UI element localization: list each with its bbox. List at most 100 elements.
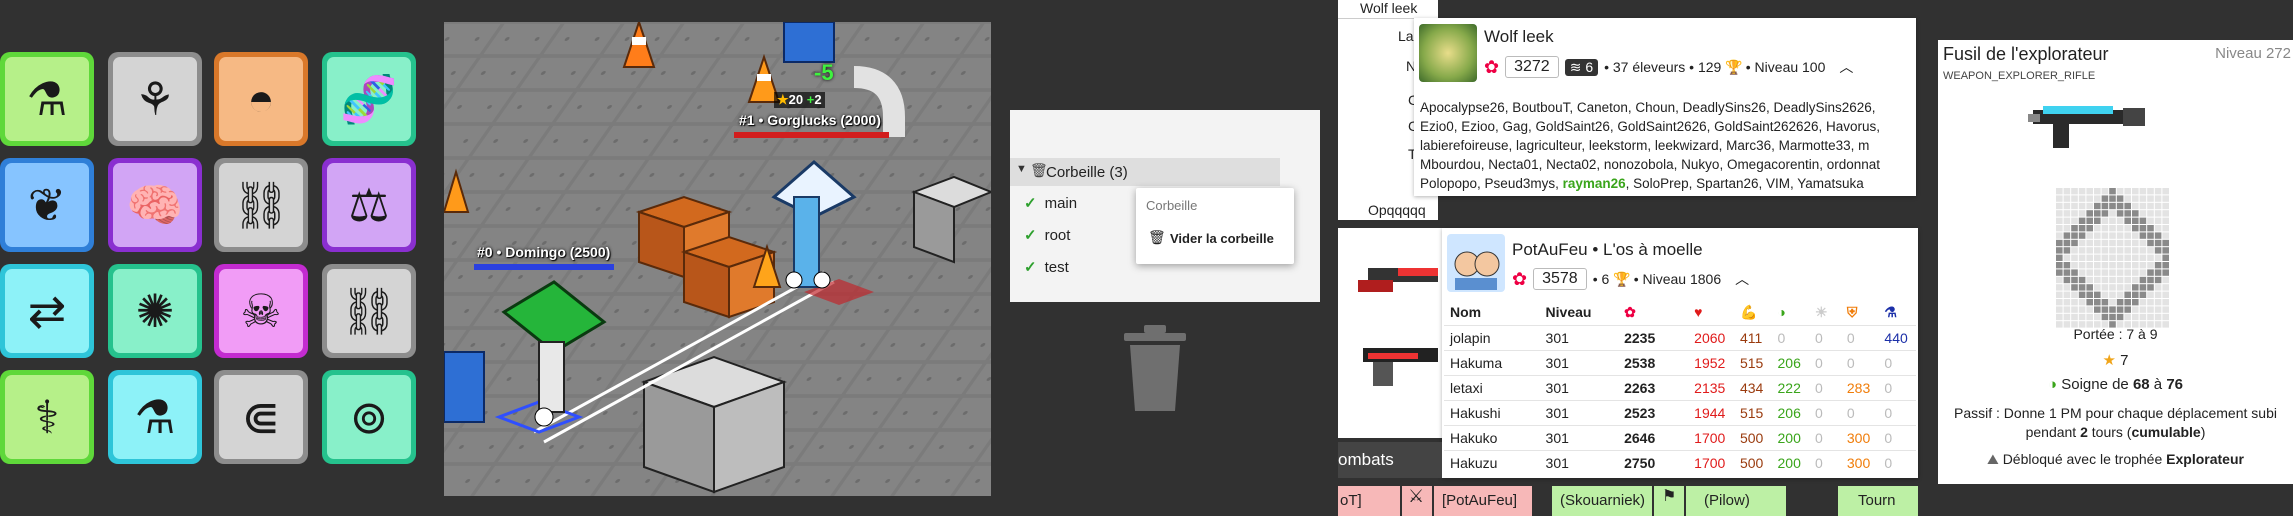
chip-slot[interactable]: ⛓ xyxy=(214,158,308,252)
cell-level: 301 xyxy=(1539,449,1619,475)
context-menu: Corbeille 🗑 Vider la corbeille xyxy=(1136,188,1294,264)
cell-strength: 515 xyxy=(1733,349,1772,375)
empty-trash-button[interactable]: 🗑 Vider la corbeille xyxy=(1142,226,1288,252)
entity-0-health-bar xyxy=(474,264,614,270)
chip-slot[interactable]: 🧬 xyxy=(322,52,416,146)
talent-value: 3578 xyxy=(1533,268,1587,290)
wisdom-icon: ◑ xyxy=(1777,304,1786,321)
team-popup-wolf-leek: Wolf leek ✿ 3272 ≋ 6 • 37 éleveurs • 129… xyxy=(1414,18,1916,196)
plant-pot-icon: ⚘ xyxy=(134,73,176,125)
chain-e-icon: ⋐ xyxy=(241,391,281,443)
trash-item[interactable]: ✓ main xyxy=(1024,194,1077,213)
cell-name[interactable]: Hakuzu xyxy=(1444,449,1540,475)
team-name[interactable]: Wolf leek xyxy=(1484,27,1554,47)
chip-slot[interactable]: ⋐ xyxy=(214,370,308,464)
sword-icon-cell: ⚔ xyxy=(1402,486,1432,516)
weapon-cost: ★ 7 xyxy=(2102,352,2129,369)
chip-slot[interactable]: ⚗ xyxy=(108,370,202,464)
cell-name[interactable]: Hakuko xyxy=(1444,424,1540,450)
team-stats: ✿ 3578 • 6 🏆 • Niveau 1806 ︿ xyxy=(1512,268,1750,290)
star-icon: ★ xyxy=(777,92,789,107)
fight-cell[interactable]: Tourn xyxy=(1838,486,1918,516)
chip-slot[interactable]: ☠ xyxy=(214,264,308,358)
cell-name[interactable]: jolapin xyxy=(1444,324,1540,350)
chip-slot[interactable]: ⊚ xyxy=(322,370,416,464)
leek-row[interactable]: Hakushi 301 2523 1944 515 206 0 0 0 xyxy=(1444,399,1916,425)
fight-cell[interactable]: (Pilow) xyxy=(1686,486,1786,516)
chip-slot[interactable]: 🧠 xyxy=(108,158,202,252)
chip-slot[interactable]: ⚖ xyxy=(322,158,416,252)
weapon-range: Portée : 7 à 9 xyxy=(2073,326,2158,342)
fight-cell[interactable]: oT] xyxy=(1338,486,1400,516)
range-pattern-icon xyxy=(2056,188,2169,328)
entity-1-name[interactable]: #1 • Gorglucks (2000) xyxy=(739,112,881,128)
trash-folder-label: Corbeille (3) xyxy=(1046,164,1128,181)
check-icon: ✓ xyxy=(1024,259,1037,276)
weapon-level: Niveau 272 xyxy=(2215,45,2291,62)
talent-icon: ✿ xyxy=(1484,56,1500,77)
weapon-heal-effect: ◑ Soigne de 68 à 76 xyxy=(2047,376,2184,393)
chevron-down-icon[interactable]: ▼ xyxy=(1016,163,1027,175)
rank-badge: ≋ 6 xyxy=(1564,58,1599,76)
trash-item[interactable]: ✓ test xyxy=(1024,258,1069,277)
weapons-background xyxy=(1338,228,1448,438)
cell-name[interactable]: Hakuma xyxy=(1444,349,1540,375)
battery-potion-icon: ⚗ xyxy=(26,73,68,125)
column-header-name[interactable]: Nom xyxy=(1444,300,1540,325)
cell-life: 1952 xyxy=(1688,349,1734,375)
trash-folder-row[interactable]: ▼ 🗑 Corbeille (3) xyxy=(1010,158,1280,186)
cell-agility: 0 xyxy=(1809,324,1841,350)
weapon-code: WEAPON_EXPLORER_RIFLE xyxy=(1943,70,2096,82)
cell-life: 2060 xyxy=(1688,324,1734,350)
leek-row[interactable]: letaxi 301 2263 2135 434 222 0 283 0 xyxy=(1444,374,1916,400)
cell-strength: 500 xyxy=(1733,424,1772,450)
trash-item[interactable]: ✓ root xyxy=(1024,226,1070,245)
sword-icon: ⚔ xyxy=(1408,486,1425,506)
cell-life: 2135 xyxy=(1688,374,1734,400)
weapon-unlock: ⛰ Débloqué avec le trophée Explorateur xyxy=(1987,451,2244,467)
chip-slot[interactable]: ⛓ xyxy=(322,264,416,358)
chip-slot[interactable]: ❦ xyxy=(0,158,94,252)
fight-cell[interactable]: (Skouarniek) xyxy=(1552,486,1652,516)
cell-name[interactable]: letaxi xyxy=(1444,374,1540,400)
context-menu-title: Corbeille xyxy=(1146,198,1198,213)
cell-strength: 434 xyxy=(1733,374,1772,400)
leek-row[interactable]: Hakuko 301 2646 1700 500 200 0 300 0 xyxy=(1444,424,1916,450)
leek-row[interactable]: Hakuma 301 2538 1952 515 206 0 0 0 xyxy=(1444,349,1916,375)
dna-icon: 🧬 xyxy=(340,72,398,125)
trophy-icon: 🏆 xyxy=(1725,58,1743,75)
chevron-up-icon[interactable]: ︿ xyxy=(1735,269,1749,289)
cell-talent: 2235 xyxy=(1618,324,1689,350)
chip-slot[interactable]: ◓ xyxy=(214,52,308,146)
cell-level: 301 xyxy=(1539,374,1619,400)
broken-chain-icon: ⛓ xyxy=(231,178,291,231)
chip-slot[interactable]: ⚕ xyxy=(0,370,94,464)
cell-wisdom: 206 xyxy=(1771,399,1810,425)
cell-talent: 2646 xyxy=(1618,424,1689,450)
weapon-rifle-icon xyxy=(2028,106,2145,148)
column-header-level[interactable]: Niveau xyxy=(1540,300,1619,325)
cell-talent: 2750 xyxy=(1618,449,1689,475)
cell-name[interactable]: Hakushi xyxy=(1444,399,1540,425)
trash-drop-icon[interactable] xyxy=(1120,325,1190,415)
chip-slot[interactable]: ⚘ xyxy=(108,52,202,146)
resistance-icon: ⛨ xyxy=(1846,303,1858,320)
highlighted-member[interactable]: rayman26 xyxy=(1563,176,1626,191)
talent-icon: ✿ xyxy=(1512,268,1528,289)
team-name[interactable]: PotAuFeu • L'os à moelle xyxy=(1512,240,1703,260)
leek-row[interactable]: jolapin 301 2235 2060 411 0 0 0 440 xyxy=(1444,324,1916,350)
entity-0-name[interactable]: #0 • Domingo (2500) xyxy=(477,244,610,260)
chip-slot[interactable]: ✺ xyxy=(108,264,202,358)
chip-slot[interactable]: ⇄ xyxy=(0,264,94,358)
flag-icon-cell: ⚑ xyxy=(1654,486,1684,516)
cell-talent: 2538 xyxy=(1618,349,1689,375)
chip-slot[interactable]: ⚗ xyxy=(0,52,94,146)
fight-cell[interactable]: [PotAuFeu] xyxy=(1434,486,1532,516)
chevron-up-icon[interactable]: ︿ xyxy=(1839,57,1853,77)
chain-link-icon: ⛓ xyxy=(339,284,399,337)
fights-bar-header: ombats xyxy=(1338,442,1442,478)
fight-viewer[interactable]: #1 • Gorglucks (2000) #0 • Domingo (2500… xyxy=(444,22,991,496)
cell-magic: 0 xyxy=(1878,399,1916,425)
cell-agility: 0 xyxy=(1809,374,1841,400)
leek-row[interactable]: Hakuzu 301 2750 1700 500 200 0 300 0 xyxy=(1444,449,1916,475)
